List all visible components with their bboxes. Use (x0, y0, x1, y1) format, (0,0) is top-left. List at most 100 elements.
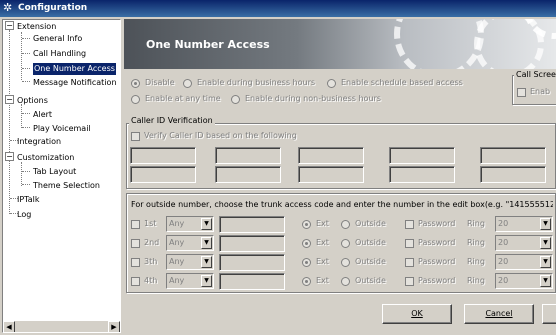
collapse-icon-extension[interactable]: − (5, 21, 14, 30)
non-business-label: Enable during non-business hours (245, 94, 381, 103)
ring-select[interactable]: 20 ▼ (495, 216, 553, 232)
ring-select[interactable]: 20 ▼ (495, 235, 553, 251)
tree-item-theme-selection[interactable]: Theme Selection (33, 180, 100, 192)
caller-id-field[interactable] (480, 147, 546, 164)
call-screen-title: Call Screen (514, 70, 556, 80)
trunk-value: Any (169, 219, 185, 228)
scroll-right-icon[interactable]: ▶ (108, 321, 120, 332)
password-checkbox[interactable] (405, 220, 414, 229)
disable-radio[interactable] (131, 79, 140, 88)
number-field[interactable] (219, 273, 285, 290)
page-title: One Number Access (146, 38, 270, 51)
dropdown-arrow-icon[interactable]: ▼ (201, 237, 212, 249)
scroll-left-icon[interactable]: ◀ (3, 321, 15, 332)
trunk-select[interactable]: Any ▼ (166, 254, 214, 270)
ext-radio[interactable] (302, 277, 311, 286)
caller-id-field[interactable] (298, 147, 364, 164)
tree-item-customization[interactable]: Customization (17, 152, 74, 164)
ok-button[interactable]: OK (382, 304, 452, 324)
dropdown-arrow-icon[interactable]: ▼ (540, 218, 551, 230)
tree-item-options[interactable]: Options (17, 95, 48, 107)
caller-id-field[interactable] (389, 147, 455, 164)
trunk-value: Any (169, 276, 185, 285)
schedule-radio[interactable] (327, 79, 336, 88)
navigation-tree: − − − Extension General Info Call Handling… (2, 19, 121, 333)
caller-id-field[interactable] (130, 166, 196, 183)
collapse-icon-customization[interactable]: − (5, 152, 14, 161)
tree-item-tab-layout[interactable]: Tab Layout (33, 166, 76, 178)
dropdown-arrow-icon[interactable]: ▼ (201, 218, 212, 230)
password-checkbox[interactable] (405, 258, 414, 267)
non-business-radio[interactable] (231, 95, 240, 104)
verify-caller-id-checkbox[interactable] (131, 132, 140, 141)
call-screen-label: Enab (530, 87, 551, 96)
dropdown-arrow-icon[interactable]: ▼ (201, 256, 212, 268)
row-checkbox[interactable] (131, 277, 140, 286)
call-screen-checkbox[interactable] (517, 88, 526, 97)
outside-label: Outside (355, 238, 386, 247)
any-time-radio[interactable] (131, 95, 140, 104)
caller-id-field[interactable] (389, 166, 455, 183)
tree-item-alert[interactable]: Alert (33, 109, 52, 121)
tree-item-message-notification[interactable]: Message Notification (33, 77, 117, 89)
cancel-button[interactable]: Cancel (464, 304, 534, 324)
outside-radio[interactable] (341, 220, 350, 229)
caller-id-field[interactable] (130, 147, 196, 164)
tree-item-one-number-access[interactable]: One Number Access (33, 63, 116, 75)
tree-item-play-voicemail[interactable]: Play Voicemail (33, 123, 91, 135)
app-icon: ✲ (3, 1, 13, 14)
number-field[interactable] (219, 216, 285, 233)
ring-select[interactable]: 20 ▼ (495, 273, 553, 289)
trunk-value: Any (169, 238, 185, 247)
ext-radio[interactable] (302, 258, 311, 267)
outside-radio[interactable] (341, 239, 350, 248)
horizontal-scrollbar[interactable]: ◀ ▶ (3, 320, 120, 332)
dropdown-arrow-icon[interactable]: ▼ (540, 237, 551, 249)
outside-label: Outside (355, 257, 386, 266)
number-field[interactable] (219, 235, 285, 252)
dropdown-arrow-icon[interactable]: ▼ (540, 256, 551, 268)
caller-id-field[interactable] (480, 166, 546, 183)
caller-id-field[interactable] (298, 166, 364, 183)
settings-panel: Disable Enable during business hours Ena… (124, 69, 556, 335)
tree-item-integration[interactable]: Integration (17, 136, 61, 148)
password-label: Password (418, 276, 456, 285)
ext-radio[interactable] (302, 220, 311, 229)
ext-label: Ext (316, 257, 329, 266)
trunk-select[interactable]: Any ▼ (166, 235, 214, 251)
trunk-select[interactable]: Any ▼ (166, 273, 214, 289)
password-label: Password (418, 219, 456, 228)
business-hours-radio[interactable] (183, 79, 192, 88)
ring-value: 20 (498, 276, 509, 285)
ring-label: Ring (467, 238, 485, 247)
outside-radio[interactable] (341, 258, 350, 267)
tree-item-general-info[interactable]: General Info (33, 33, 82, 45)
ring-value: 20 (498, 238, 509, 247)
ext-radio[interactable] (302, 239, 311, 248)
trunk-select[interactable]: Any ▼ (166, 216, 214, 232)
outside-label: Outside (355, 219, 386, 228)
password-checkbox[interactable] (405, 277, 414, 286)
apply-button-partial[interactable] (542, 304, 556, 324)
ring-select[interactable]: 20 ▼ (495, 254, 553, 270)
title-bar: ✲ Configuration (0, 0, 556, 17)
ring-label: Ring (467, 257, 485, 266)
dropdown-arrow-icon[interactable]: ▼ (201, 275, 212, 287)
row-checkbox[interactable] (131, 258, 140, 267)
tree-item-call-handling[interactable]: Call Handling (33, 48, 86, 60)
row-checkbox[interactable] (131, 239, 140, 248)
tree-item-iptalk[interactable]: IPTalk (17, 194, 40, 206)
outside-instructions: For outside number, choose the trunk acc… (131, 200, 553, 209)
window-title: Configuration (18, 3, 88, 13)
outside-radio[interactable] (341, 277, 350, 286)
tree-item-extension[interactable]: Extension (17, 21, 56, 33)
collapse-icon-options[interactable]: − (5, 95, 14, 104)
configuration-window: ✲ Configuration − − − Extension General I… (0, 0, 556, 335)
row-checkbox[interactable] (131, 220, 140, 229)
tree-item-log[interactable]: Log (17, 209, 31, 221)
password-checkbox[interactable] (405, 239, 414, 248)
dropdown-arrow-icon[interactable]: ▼ (540, 275, 551, 287)
caller-id-field[interactable] (215, 147, 281, 164)
number-field[interactable] (219, 254, 285, 271)
caller-id-field[interactable] (215, 166, 281, 183)
